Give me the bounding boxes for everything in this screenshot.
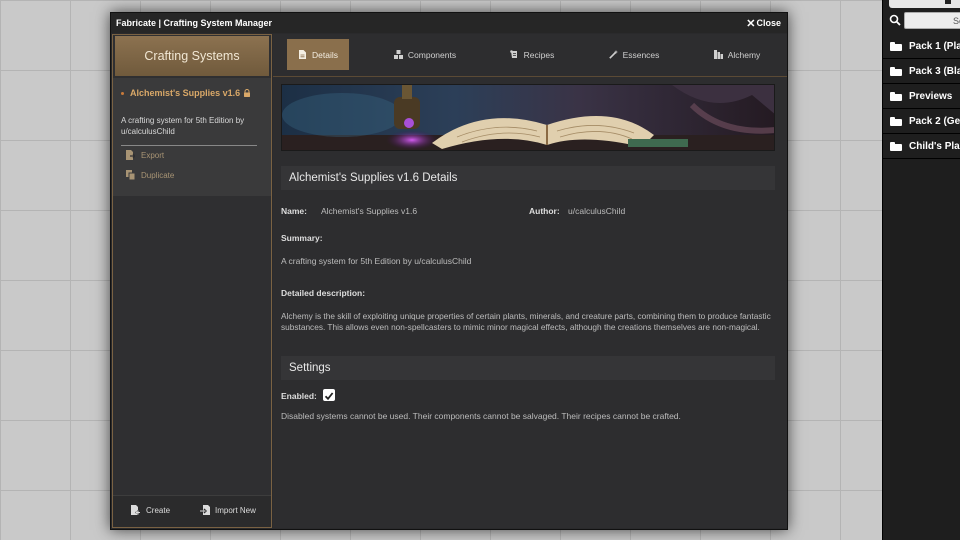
enabled-checkbox[interactable] [323,389,335,401]
import-new-label: Import New [215,505,256,515]
author-value: u/calculusChild [568,206,626,216]
folder-item[interactable]: Previews [883,84,960,109]
detailed-description-label: Detailed description: [281,288,366,298]
details-section-header: Alchemist's Supplies v1.6 Details [281,166,775,190]
duplicate-button[interactable]: Duplicate [126,170,174,180]
sidebar-search-row: Se [887,12,960,30]
folder-label: Previews [909,90,953,102]
mortar-icon [713,50,723,59]
tab-components-label: Components [407,49,457,60]
tab-details[interactable]: Details [287,39,349,70]
settings-section-header: Settings [281,356,775,380]
close-label: Close [756,18,781,28]
document-icon [299,50,306,59]
name-label: Name: [281,206,307,216]
folder-label: Pack 3 (Blac [909,65,960,77]
detailed-description-value: Alchemy is the skill of exploiting uniqu… [281,311,771,332]
tab-alchemy[interactable]: Alchemy [703,39,771,70]
summary-label: Summary: [281,233,323,243]
folder-label: Pack 1 (Plan [909,40,960,52]
folder-label: Child's Play [909,140,960,152]
window-title: Fabricate | Crafting System Manager [116,18,273,28]
checkmark-icon [324,392,334,401]
crafting-system-title: Alchemist's Supplies v1.6 [121,88,251,98]
crafting-systems-header: Crafting Systems [115,36,269,76]
open-book-illustration [282,85,774,150]
file-plus-icon [131,505,141,515]
divider [121,145,257,146]
enabled-label: Enabled: [281,391,317,401]
tab-components[interactable]: Components [385,39,465,70]
folder-icon [890,116,902,126]
crafting-system-name: Alchemist's Supplies v1.6 [130,88,241,98]
folder-item[interactable]: Pack 2 (Gen [883,109,960,134]
duplicate-label: Duplicate [141,170,175,180]
crafting-system-item[interactable]: Alchemist's Supplies v1.6 A crafting sys… [113,78,271,196]
sidebar-top-button[interactable] [889,0,960,8]
window-titlebar[interactable]: Fabricate | Crafting System Manager ✕ Clo… [111,13,787,33]
name-value: Alchemist's Supplies v1.6 [321,206,418,216]
folder-item[interactable]: Pack 3 (Blac [883,59,960,84]
export-button[interactable]: Export [126,150,164,160]
close-icon: ✕ [746,17,756,30]
tab-recipes[interactable]: Recipes [501,39,563,70]
create-button[interactable]: Create [131,505,170,515]
scroll-icon [509,50,517,58]
folder-icon [890,141,902,151]
export-label: Export [141,150,165,160]
cubes-icon [393,50,403,59]
search-icon [889,14,901,26]
folder-list: Pack 1 (Plan Pack 3 (Blac Previews Pack … [883,34,960,159]
system-banner-image [281,84,775,151]
crafting-systems-panel: Crafting Systems Alchemist's Supplies v1… [112,34,272,528]
left-panel-footer: Create Import New [113,495,271,527]
folder-item[interactable]: Child's Play [883,134,960,159]
directory-sidebar: Se Pack 1 (Plan Pack 3 (Blac Previews Pa… [882,0,960,540]
folder-icon [890,91,902,101]
tab-recipes-label: Recipes [523,49,555,60]
create-label: Create [146,505,171,515]
crafting-system-manager-window: Fabricate | Crafting System Manager ✕ Clo… [110,12,788,530]
tab-bar: Details Components Recipes Essences Alch… [273,34,787,77]
tab-essences-label: Essences [622,49,660,60]
summary-value: A crafting system for 5th Edition by u/c… [281,256,472,266]
tab-essences[interactable]: Essences [599,39,669,70]
sidebar-search-input[interactable]: Se [904,12,960,29]
folder-label: Pack 2 (Gen [909,115,960,127]
folder-icon [890,41,902,51]
wand-icon [608,50,618,59]
settings-note: Disabled systems cannot be used. Their c… [281,411,681,421]
copy-icon [126,170,135,180]
tab-details-label: Details [312,49,338,60]
folder-icon [890,66,902,76]
folder-item[interactable]: Pack 1 (Plan [883,34,960,59]
lock-icon [244,89,251,97]
import-new-button[interactable]: Import New [200,505,256,515]
bullet-icon [121,91,124,95]
close-button[interactable]: ✕ Close [746,13,781,33]
author-label: Author: [529,206,560,216]
crafting-system-description: A crafting system for 5th Edition by u/c… [121,116,245,136]
tab-alchemy-label: Alchemy [727,49,761,60]
file-export-icon [126,150,135,160]
file-import-icon [200,505,210,515]
system-details-pane: Details Components Recipes Essences Alch… [273,34,787,528]
